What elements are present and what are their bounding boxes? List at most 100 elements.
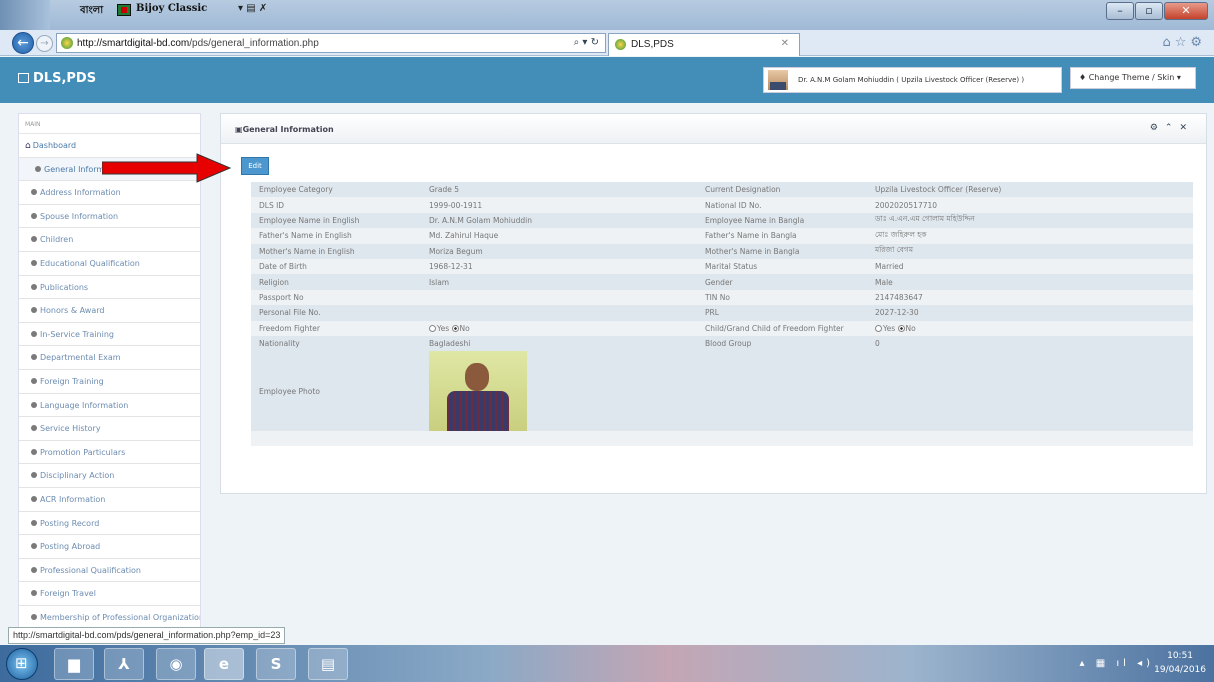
- collapse-icon[interactable]: ⌃: [1165, 123, 1180, 133]
- sidebar-item-departmental-exam[interactable]: Departmental Exam: [19, 346, 200, 370]
- minimize-icon[interactable]: –: [1106, 2, 1134, 20]
- red-arrow-annotation: [102, 153, 232, 183]
- skype-icon[interactable]: S: [256, 648, 296, 680]
- sidebar-item-spouse-information[interactable]: Spouse Information: [19, 205, 200, 229]
- bullet-icon: [31, 307, 37, 314]
- field-value: Upzila Livestock Officer (Reserve): [867, 182, 1193, 198]
- forward-arrow-icon[interactable]: →: [36, 35, 53, 52]
- sidebar-item-label: In-Service Training: [40, 329, 114, 339]
- sidebar-item-posting-record[interactable]: Posting Record: [19, 512, 200, 536]
- user-menu[interactable]: Dr. A.N.M Golam Mohiuddin ( Upzila Lives…: [763, 67, 1062, 93]
- panel-title: ▣General Information: [235, 125, 334, 134]
- sidebar-item-service-history[interactable]: Service History: [19, 417, 200, 441]
- sidebar-item-foreign-training[interactable]: Foreign Training: [19, 370, 200, 394]
- sidebar-item-foreign-travel[interactable]: Foreign Travel: [19, 582, 200, 606]
- radio-yes-label: Yes: [437, 323, 450, 333]
- sidebar-item-label: Honors & Award: [40, 306, 105, 316]
- sidebar-item-address-information[interactable]: Address Information: [19, 181, 200, 205]
- bullet-icon: [31, 448, 37, 455]
- radio-yes[interactable]: [875, 324, 882, 332]
- field-value: Male: [867, 274, 1193, 290]
- dropdown-icon[interactable]: ▾ ▤ ✗: [238, 3, 267, 14]
- field-label: Passport No: [251, 289, 421, 306]
- table-row: Freedom Fighter Yes No Child/Grand Child…: [251, 320, 1193, 336]
- bijoy-flag-icon[interactable]: [117, 4, 131, 16]
- bullet-icon: [31, 189, 37, 196]
- photo-body: [447, 391, 509, 432]
- firefox-icon[interactable]: ◉: [156, 648, 196, 680]
- sidebar-item-membership[interactable]: Membership of Professional Organization: [19, 606, 200, 630]
- field-value: 2147483647: [867, 289, 1193, 306]
- edit-icon: ▣: [235, 125, 243, 134]
- sidebar-item-label: ACR Information: [40, 494, 106, 504]
- system-tray-icons[interactable]: ▴ ▦ ıl ◂): [1080, 658, 1154, 669]
- bullet-icon: [31, 401, 37, 408]
- tab-close-icon[interactable]: ✕: [781, 38, 789, 49]
- sidebar-item-professional-qualification[interactable]: Professional Qualification: [19, 559, 200, 583]
- field-label: Freedom Fighter: [251, 320, 421, 336]
- bullet-icon: [31, 425, 37, 432]
- internet-explorer-icon[interactable]: e: [204, 648, 244, 680]
- keyboard-label[interactable]: বাংলা: [80, 3, 103, 17]
- maximize-icon[interactable]: ▫: [1135, 2, 1163, 20]
- edit-button[interactable]: Edit: [241, 157, 269, 175]
- sidebar-item-honors-award[interactable]: Honors & Award: [19, 299, 200, 323]
- field-value: 0: [867, 335, 1193, 352]
- close-icon[interactable]: ✕: [1164, 2, 1208, 20]
- field-label: Gender: [697, 274, 867, 290]
- field-label: PRL: [697, 305, 867, 321]
- sidebar-item-label: Spouse Information: [40, 211, 119, 221]
- sidebar-item-educational-qualification[interactable]: Educational Qualification: [19, 252, 200, 276]
- radio-no-selected[interactable]: [451, 324, 459, 332]
- sidebar-item-children[interactable]: Children: [19, 228, 200, 252]
- sidebar-item-acr-information[interactable]: ACR Information: [19, 488, 200, 512]
- home-star-gear-icon[interactable]: ⌂☆⚙: [1162, 35, 1206, 50]
- field-label: Personal File No.: [251, 305, 421, 321]
- theme-button-label: Change Theme / Skin: [1088, 73, 1175, 82]
- sidebar-item-in-service-training[interactable]: In-Service Training: [19, 323, 200, 347]
- address-url[interactable]: http://smartdigital-bd.com/pds/general_i…: [77, 38, 319, 49]
- info-table: Employee Category Grade 5 Current Designa…: [251, 182, 1193, 447]
- browser-tab[interactable]: DLS,PDS ✕: [608, 33, 800, 56]
- radio-no-selected[interactable]: [897, 324, 905, 332]
- close-icon[interactable]: ✕: [1179, 123, 1194, 133]
- sidebar-item-label: Publications: [40, 282, 89, 292]
- sidebar-item-disciplinary-action[interactable]: Disciplinary Action: [19, 464, 200, 488]
- clock[interactable]: 10:51 19/04/2016: [1154, 649, 1206, 677]
- brand[interactable]: DLS,PDS: [18, 71, 96, 86]
- field-value: 2027-12-30: [867, 305, 1193, 321]
- sidebar: MAIN ⌂ Dashboard General Information Addr…: [18, 113, 201, 633]
- taskbar: ▆ ⅄ ◉ e S ▤ ▴ ▦ ıl ◂) 10:51 19/04/2016: [0, 645, 1214, 682]
- field-label: Father's Name in English: [251, 228, 421, 244]
- bullet-icon: [31, 330, 37, 337]
- font-name-label[interactable]: Bijoy Classic: [136, 3, 207, 17]
- sidebar-item-language-information[interactable]: Language Information: [19, 394, 200, 418]
- sidebar-item-publications[interactable]: Publications: [19, 276, 200, 300]
- change-theme-button[interactable]: ♦ Change Theme / Skin ▾: [1070, 67, 1196, 89]
- search-refresh-icon[interactable]: ⌕ ▾ ↻: [574, 37, 599, 48]
- field-value: Dr. A.N.M Golam Mohiuddin: [421, 212, 697, 229]
- tab-icon: [615, 39, 626, 50]
- bullet-icon: [31, 495, 37, 502]
- bullet-icon: [31, 212, 37, 219]
- address-bar[interactable]: http://smartdigital-bd.com/pds/general_i…: [56, 33, 606, 53]
- back-arrow-icon[interactable]: ←: [12, 32, 34, 54]
- radio-yes[interactable]: [429, 324, 436, 332]
- pdf-reader-icon[interactable]: ⅄: [104, 648, 144, 680]
- field-value: মরিজা বেগম: [867, 243, 1193, 259]
- radio-no-label: No: [459, 323, 470, 333]
- radio-no-label: No: [905, 323, 916, 333]
- table-row: Passport No TIN No 2147483647: [251, 289, 1193, 306]
- folder-icon[interactable]: ▆: [54, 648, 94, 680]
- sidebar-item-promotion-particulars[interactable]: Promotion Particulars: [19, 441, 200, 465]
- settings-icon[interactable]: ⚙: [1150, 123, 1165, 133]
- bullet-icon: [35, 165, 41, 172]
- panel-header: ▣General Information ⚙⌃✕: [221, 114, 1206, 144]
- table-row: Employee Name in English Dr. A.N.M Golam …: [251, 212, 1193, 229]
- employee-photo: [429, 351, 527, 432]
- start-button[interactable]: [6, 648, 38, 680]
- bullet-icon: [31, 472, 37, 479]
- sidebar-item-posting-abroad[interactable]: Posting Abroad: [19, 535, 200, 559]
- field-label: Employee Category: [251, 182, 421, 198]
- keyboard-app-icon[interactable]: ▤: [308, 648, 348, 680]
